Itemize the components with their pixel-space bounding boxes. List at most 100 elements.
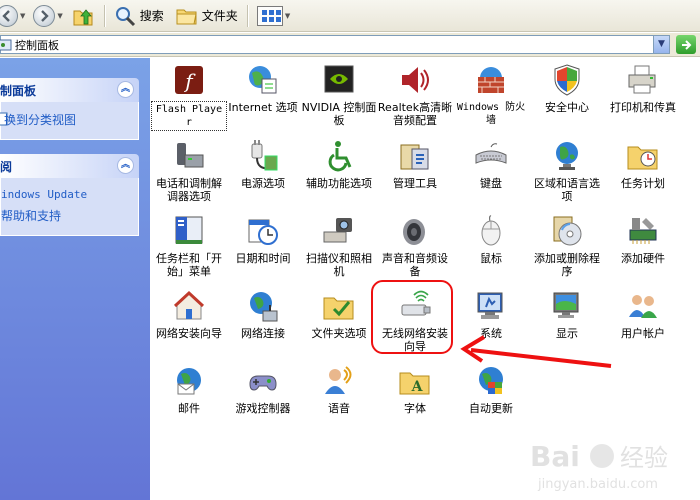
- speech-item[interactable]: 语音: [301, 364, 377, 415]
- address-bar: 控制面板 ▼: [0, 33, 700, 57]
- region-language-icon: [556, 142, 578, 170]
- add-remove-programs-icon: [553, 216, 582, 246]
- switch-category-view-link[interactable]: 换到分类视图: [4, 111, 76, 128]
- help-support-link[interactable]: 帮助和支持: [1, 207, 61, 224]
- security-center-icon: [554, 64, 580, 96]
- collapse-chevron-icon[interactable]: ︽: [117, 81, 134, 98]
- folder-icon: [176, 9, 197, 24]
- back-arrow-icon: [0, 4, 18, 27]
- user-accounts-icon: [629, 295, 657, 318]
- forward-arrow-icon: [33, 4, 56, 27]
- address-dropdown-button[interactable]: ▼: [653, 36, 669, 53]
- security-center-item[interactable]: 安全中心: [529, 63, 605, 114]
- scheduled-tasks-item[interactable]: 任务计划: [605, 139, 681, 190]
- phone-modem-item[interactable]: 电话和调制解调器选项: [151, 139, 227, 203]
- date-time-item[interactable]: 日期和时间: [225, 214, 301, 265]
- chevron-down-icon[interactable]: ▼: [57, 12, 62, 20]
- folders-label: 文件夹: [201, 9, 238, 23]
- search-label: 搜索: [139, 9, 164, 23]
- back-button[interactable]: ▼: [0, 2, 29, 30]
- user-accounts-item[interactable]: 用户帐户: [605, 289, 681, 340]
- folders-button[interactable]: 文件夹: [172, 2, 242, 30]
- baidu-watermark: Bai 经验 jingyan.baidu.com: [520, 432, 695, 494]
- collapse-chevron-icon[interactable]: ︽: [117, 157, 134, 174]
- toolbar: ▼ ▼ 搜索 文件夹 ▼: [0, 0, 700, 32]
- flash-player-icon: f: [175, 66, 203, 94]
- item-label: 游戏控制器: [235, 402, 291, 415]
- item-label: 辅助功能选项: [306, 177, 372, 190]
- taskbar-start-menu-item[interactable]: 任务栏和「开始」菜单: [151, 214, 227, 278]
- power-options-icon: [251, 140, 278, 171]
- item-label: 日期和时间: [235, 252, 291, 265]
- views-button[interactable]: ▼: [253, 2, 294, 30]
- network-setup-wizard-item[interactable]: 网络安装向导: [151, 289, 227, 340]
- nvidia-control-panel-item[interactable]: NVIDIA 控制面板: [301, 63, 377, 127]
- keyboard-item[interactable]: 键盘: [453, 139, 529, 190]
- folder-options-item[interactable]: 文件夹选项: [301, 289, 377, 340]
- game-controllers-icon: [249, 375, 277, 391]
- flash-player-item[interactable]: f Flash Player: [151, 63, 227, 131]
- add-remove-programs-item[interactable]: 添加或删除程序: [529, 214, 605, 278]
- fonts-icon: A: [399, 372, 430, 395]
- item-label: 声音和音频设备: [382, 252, 448, 278]
- item-label: NVIDIA 控制面板: [301, 101, 377, 127]
- address-text: 控制面板: [15, 38, 59, 52]
- speech-icon: [325, 366, 352, 394]
- control-panel-icon: [0, 39, 12, 50]
- see-also-body: indows Update 帮助和支持: [0, 178, 139, 236]
- item-label: 安全中心: [545, 101, 589, 114]
- game-controllers-item[interactable]: 游戏控制器: [225, 364, 301, 415]
- address-field[interactable]: 控制面板 ▼: [0, 35, 670, 54]
- internet-options-icon: [249, 66, 277, 94]
- item-label: 任务计划: [621, 177, 665, 190]
- see-also-header[interactable]: 阅 ︽: [0, 154, 139, 178]
- nvidia-control-panel-icon: [324, 65, 354, 93]
- network-setup-wizard-icon: [173, 290, 205, 320]
- item-label: 键盘: [480, 177, 502, 190]
- network-connections-item[interactable]: 网络连接: [225, 289, 301, 340]
- item-label: 自动更新: [469, 402, 513, 415]
- sounds-audio-item[interactable]: 声音和音频设备: [377, 214, 453, 278]
- item-label: 网络连接: [241, 327, 285, 340]
- item-label: 扫描仪和照相机: [306, 252, 372, 278]
- fonts-item[interactable]: A 字体: [377, 364, 453, 415]
- phone-modem-icon: [177, 143, 204, 168]
- svg-text:经验: 经验: [620, 444, 668, 472]
- network-connections-icon: [250, 292, 278, 322]
- scanners-cameras-item[interactable]: 扫描仪和照相机: [301, 214, 377, 278]
- power-options-item[interactable]: 电源选项: [225, 139, 301, 190]
- svg-text:jingyan.baidu.com: jingyan.baidu.com: [537, 477, 658, 492]
- region-language-item[interactable]: 区域和语言选项: [529, 139, 605, 203]
- control-panel-header[interactable]: 制面板 ︽: [0, 78, 139, 102]
- add-hardware-icon: [629, 218, 657, 244]
- go-button[interactable]: [676, 35, 696, 54]
- item-label: 添加硬件: [621, 252, 665, 265]
- chevron-down-icon[interactable]: ▼: [20, 12, 25, 20]
- admin-tools-item[interactable]: 管理工具: [377, 139, 453, 190]
- windows-firewall-item[interactable]: Windows 防火墙: [453, 63, 529, 127]
- add-hardware-item[interactable]: 添加硬件: [605, 214, 681, 265]
- mail-icon: [177, 368, 201, 395]
- up-button[interactable]: [67, 2, 99, 30]
- item-label: Windows 防火墙: [456, 102, 526, 126]
- chevron-down-icon[interactable]: ▼: [285, 12, 290, 20]
- keyboard-icon: [475, 143, 507, 164]
- item-label: 电源选项: [241, 177, 285, 190]
- mouse-item[interactable]: 鼠标: [453, 214, 529, 265]
- baidu-logo-icon: Bai 经验 jingyan.baidu.com: [530, 440, 668, 492]
- forward-button[interactable]: ▼: [29, 2, 66, 30]
- internet-options-item[interactable]: Internet 选项: [225, 63, 301, 114]
- printers-faxes-item[interactable]: 打印机和传真: [605, 63, 681, 114]
- mail-item[interactable]: 邮件: [151, 364, 227, 415]
- realtek-audio-item[interactable]: Realtek高清晰音频配置: [377, 63, 453, 127]
- scheduled-tasks-icon: [627, 146, 658, 170]
- item-label: 管理工具: [393, 177, 437, 190]
- windows-update-link[interactable]: indows Update: [1, 188, 87, 201]
- search-button[interactable]: 搜索: [110, 2, 168, 30]
- scanners-cameras-icon: [323, 218, 352, 243]
- sounds-audio-icon: [403, 219, 425, 245]
- accessibility-item[interactable]: 辅助功能选项: [301, 139, 377, 190]
- go-arrow-icon: [682, 39, 692, 50]
- item-label: 字体: [404, 402, 426, 415]
- item-label: 邮件: [178, 402, 200, 415]
